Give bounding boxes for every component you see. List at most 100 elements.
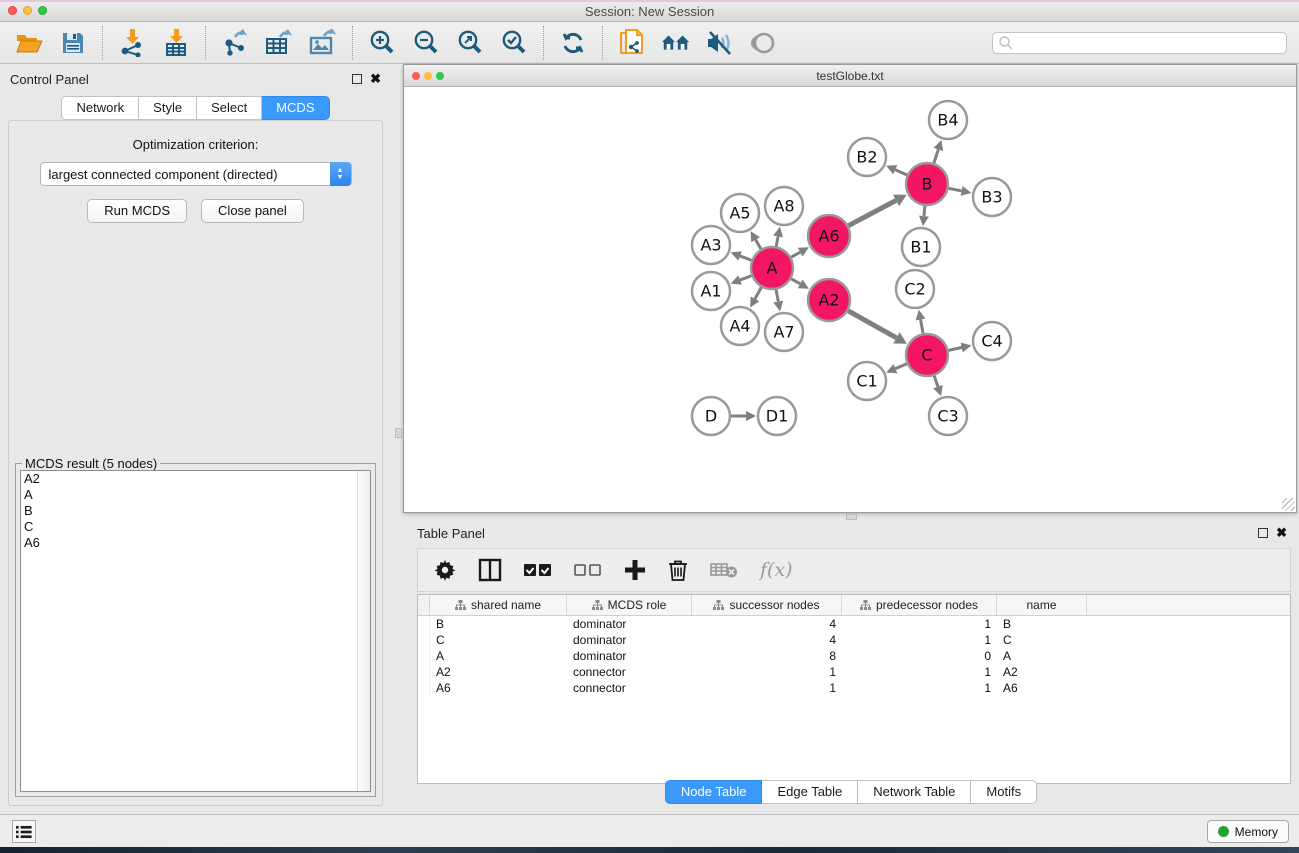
graph-edge[interactable] <box>776 236 778 246</box>
tab-style[interactable]: Style <box>139 96 197 120</box>
export-table-icon[interactable] <box>264 28 294 58</box>
network-window-titlebar[interactable]: testGlobe.txt <box>404 65 1296 87</box>
table-cell: A6 <box>997 680 1087 696</box>
graph-edge[interactable] <box>934 376 938 387</box>
attribute-tree-icon <box>592 600 603 610</box>
table-row[interactable]: Bdominator41B <box>418 616 1290 632</box>
result-item[interactable]: B <box>21 503 370 519</box>
result-item[interactable]: C <box>21 519 370 535</box>
import-table-icon[interactable] <box>161 28 191 58</box>
export-image-icon[interactable] <box>308 28 338 58</box>
graph-edge[interactable] <box>756 240 761 249</box>
graph-edge[interactable] <box>895 364 906 369</box>
zoom-fit-icon[interactable] <box>455 28 485 58</box>
zoom-in-icon[interactable] <box>367 28 397 58</box>
graph-edge[interactable] <box>791 279 800 284</box>
hide-panels-icon[interactable] <box>705 28 735 58</box>
graph-edge[interactable] <box>791 252 800 257</box>
clone-network-icon[interactable] <box>617 28 647 58</box>
open-folder-icon[interactable] <box>14 28 44 58</box>
graph-edge[interactable] <box>776 290 778 302</box>
node-label: C1 <box>856 372 877 391</box>
zoom-selected-icon[interactable] <box>499 28 529 58</box>
tab-mcds[interactable]: MCDS <box>262 96 329 120</box>
add-column-icon[interactable] <box>624 559 646 581</box>
result-item[interactable]: A <box>21 487 370 503</box>
delete-table-icon[interactable] <box>710 561 738 579</box>
node-label: D <box>705 407 717 426</box>
tab-edge-table[interactable]: Edge Table <box>762 780 858 804</box>
import-network-icon[interactable] <box>117 28 147 58</box>
result-item[interactable]: A2 <box>21 471 370 487</box>
column-header[interactable]: name <box>997 595 1087 615</box>
float-panel-icon[interactable] <box>352 74 362 84</box>
delete-column-trash-icon[interactable] <box>668 558 688 582</box>
window-resize-grip[interactable] <box>1282 498 1295 511</box>
table-row[interactable]: A6connector11A6 <box>418 680 1290 696</box>
graph-edge[interactable] <box>949 188 962 191</box>
close-table-panel-icon[interactable]: ✖ <box>1276 528 1287 538</box>
tab-network[interactable]: Network <box>61 96 139 120</box>
table-cell: A <box>430 648 567 664</box>
control-panel: Control Panel ✖ NetworkStyleSelectMCDS O… <box>0 64 391 814</box>
edge-arrowhead <box>919 216 929 226</box>
node-label: B1 <box>910 238 931 257</box>
tab-select[interactable]: Select <box>197 96 262 120</box>
table-header-row: shared nameMCDS rolesuccessor nodesprede… <box>418 595 1290 616</box>
save-session-icon[interactable] <box>58 28 88 58</box>
tab-node-table[interactable]: Node Table <box>665 780 763 804</box>
node-table[interactable]: shared nameMCDS rolesuccessor nodesprede… <box>417 594 1291 784</box>
deselect-all-checks-icon[interactable] <box>574 563 602 577</box>
column-header[interactable]: shared name <box>430 595 567 615</box>
show-eye-icon[interactable] <box>749 28 779 58</box>
column-header[interactable]: predecessor nodes <box>842 595 997 615</box>
table-cell: 0 <box>842 648 997 664</box>
tab-motifs[interactable]: Motifs <box>971 780 1037 804</box>
search-input[interactable] <box>992 32 1287 54</box>
tab-network-table[interactable]: Network Table <box>858 780 971 804</box>
memory-button[interactable]: Memory <box>1207 820 1289 843</box>
table-cell: 1 <box>692 680 842 696</box>
zoom-out-icon[interactable] <box>411 28 441 58</box>
edge-arrowhead <box>961 186 972 196</box>
table-cell: A <box>997 648 1087 664</box>
table-row[interactable]: Adominator80A <box>418 648 1290 664</box>
graph-edge[interactable] <box>949 348 962 351</box>
graph-edge[interactable] <box>740 256 751 260</box>
network-canvas[interactable]: B4B2BB3A5A8A6A3B1AA1C2A2A4A7C4CC1C3DD1 <box>404 87 1296 512</box>
graph-edge[interactable] <box>921 319 924 333</box>
node-label: A <box>767 259 778 278</box>
table-row[interactable]: Cdominator41C <box>418 632 1290 648</box>
settings-gear-icon[interactable] <box>434 559 456 581</box>
run-mcds-button[interactable]: Run MCDS <box>87 199 187 223</box>
vertical-split-handle[interactable] <box>395 428 402 438</box>
home-layout-icon[interactable] <box>661 28 691 58</box>
graph-edge[interactable] <box>934 149 938 163</box>
column-header[interactable]: MCDS role <box>567 595 692 615</box>
table-cell: dominator <box>567 632 692 648</box>
close-panel-icon[interactable]: ✖ <box>370 74 381 84</box>
table-row[interactable]: A2connector11A2 <box>418 664 1290 680</box>
mcds-result-list[interactable]: A2ABCA6 <box>20 470 371 792</box>
graph-edge[interactable] <box>755 287 761 299</box>
graph-edge[interactable] <box>848 311 896 338</box>
column-header[interactable]: successor nodes <box>692 595 842 615</box>
graph-edge[interactable] <box>895 170 907 175</box>
float-table-panel-icon[interactable] <box>1258 528 1268 538</box>
task-history-button[interactable] <box>12 820 36 843</box>
table-cell: A6 <box>430 680 567 696</box>
export-network-icon[interactable] <box>220 28 250 58</box>
refresh-view-icon[interactable] <box>558 28 588 58</box>
graph-edge[interactable] <box>848 200 896 225</box>
graph-edge[interactable] <box>740 276 751 280</box>
list-icon <box>16 825 32 839</box>
node-label: C3 <box>937 407 958 426</box>
close-panel-button[interactable]: Close panel <box>201 199 304 223</box>
select-all-checks-icon[interactable] <box>524 563 552 577</box>
column-layout-icon[interactable] <box>478 558 502 582</box>
result-item[interactable]: A6 <box>21 535 370 551</box>
graph-edge[interactable] <box>924 206 925 216</box>
function-builder-icon[interactable]: f(x) <box>760 559 793 581</box>
criterion-select[interactable]: largest connected component (directed) ▲… <box>40 162 352 186</box>
result-scrollbar[interactable] <box>357 471 370 791</box>
